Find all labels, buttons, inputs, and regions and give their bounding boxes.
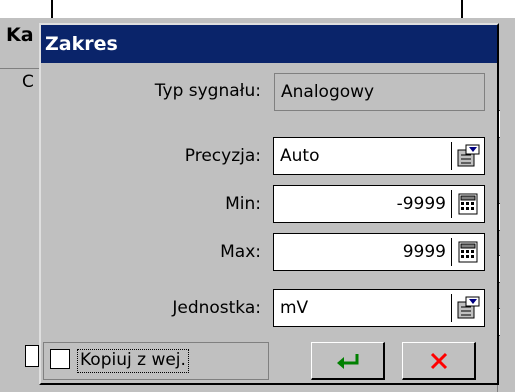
- dialog-title: Zakres: [41, 25, 497, 63]
- background-checkbox[interactable]: [25, 345, 39, 367]
- ok-button[interactable]: [311, 342, 385, 380]
- copy-panel: Kopiuj z wej.: [43, 342, 269, 380]
- unit-value: mV: [280, 298, 309, 318]
- cancel-button[interactable]: [402, 342, 476, 380]
- field-separator: [451, 294, 452, 322]
- background-window-title: Ka: [6, 24, 34, 46]
- enter-arrow-icon: [336, 353, 358, 369]
- signal-type-field: Analogowy: [274, 73, 485, 111]
- close-x-icon: [430, 352, 447, 369]
- field-separator: [451, 142, 452, 170]
- max-label: Max:: [220, 242, 261, 262]
- signal-type-label: Typ sygnału:: [154, 81, 261, 101]
- calculator-icon[interactable]: [454, 238, 482, 266]
- dropdown-list-icon[interactable]: [454, 294, 482, 322]
- min-value: -9999: [396, 194, 446, 214]
- copy-from-input-checkbox[interactable]: [50, 349, 70, 369]
- copy-from-input-label[interactable]: Kopiuj z wej.: [77, 349, 189, 373]
- field-separator: [451, 190, 452, 218]
- precision-value: Auto: [280, 146, 320, 166]
- precision-field[interactable]: Auto: [273, 137, 485, 175]
- min-label: Min:: [225, 194, 261, 214]
- background-label: C: [22, 72, 34, 92]
- unit-field[interactable]: mV: [273, 289, 485, 327]
- background-divider: [461, 0, 463, 18]
- max-value: 9999: [402, 242, 446, 262]
- range-dialog: Zakres Typ sygnału: Analogowy Precyzja: …: [39, 23, 499, 385]
- dropdown-list-icon[interactable]: [454, 142, 482, 170]
- field-separator: [451, 238, 452, 266]
- calculator-icon[interactable]: [454, 190, 482, 218]
- max-field[interactable]: 9999: [273, 233, 485, 271]
- unit-label: Jednostka:: [172, 298, 261, 318]
- precision-label: Precyzja:: [184, 146, 261, 166]
- background-divider: [51, 0, 53, 18]
- min-field[interactable]: -9999: [273, 185, 485, 223]
- background-top-strip: [0, 0, 515, 19]
